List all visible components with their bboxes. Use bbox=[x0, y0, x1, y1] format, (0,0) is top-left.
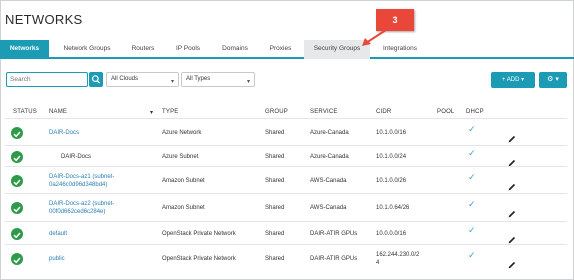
network-cidr: 10.1.0.0/24 bbox=[376, 154, 407, 160]
types-filter-select[interactable]: All Types ▾ bbox=[181, 72, 255, 87]
edit-pencil-icon[interactable] bbox=[508, 130, 516, 143]
column-header-status[interactable]: STATUS bbox=[13, 109, 37, 115]
network-group: Shared bbox=[265, 256, 285, 262]
callout-arrow-icon bbox=[362, 29, 387, 46]
network-service: Azure-Canada bbox=[310, 154, 349, 160]
network-group: Shared bbox=[265, 130, 285, 136]
network-cidr: 10.1.0.64/26 bbox=[376, 205, 410, 211]
network-group: Shared bbox=[265, 154, 285, 160]
tab-routers[interactable]: Routers bbox=[126, 40, 160, 59]
tab-network-groups[interactable]: Network Groups bbox=[55, 40, 119, 59]
network-name-line2[interactable]: 0a246c0d96d348bd4) bbox=[49, 181, 107, 189]
dhcp-check-icon: ✓ bbox=[468, 250, 476, 260]
network-service: DAIR-ATIR GPUs bbox=[310, 256, 358, 262]
table-row[interactable]: DAIR-Docs-az1 (subnet- 0a246c0d96d348bd4)… bbox=[5, 166, 567, 193]
network-service: AWS-Canada bbox=[310, 205, 347, 211]
dhcp-check-icon: ✓ bbox=[468, 124, 476, 134]
network-name-line2[interactable]: 00f0d662ced6c284e) bbox=[49, 208, 105, 216]
network-name[interactable]: DAIR-Docs bbox=[49, 129, 79, 137]
column-header-service[interactable]: SERVICE bbox=[310, 109, 338, 115]
tab-domains[interactable]: Domains bbox=[215, 40, 255, 59]
network-name[interactable]: public bbox=[49, 255, 65, 263]
status-ok-icon bbox=[11, 228, 23, 240]
tab-ip-pools[interactable]: IP Pools bbox=[171, 40, 205, 59]
dhcp-check-icon: ✓ bbox=[468, 199, 476, 209]
network-cidr: 10.1.0.0/16 bbox=[376, 130, 407, 136]
column-header-name[interactable]: NAME bbox=[49, 109, 67, 115]
chevron-down-icon: ▾ bbox=[170, 79, 174, 85]
tab-bar: Networks Network Groups Routers IP Pools… bbox=[0, 40, 574, 59]
tab-networks[interactable]: Networks bbox=[0, 40, 49, 59]
page-title: NETWORKS bbox=[5, 12, 83, 27]
sort-chevron-icon[interactable]: ▾ bbox=[150, 109, 153, 116]
edit-pencil-icon[interactable] bbox=[508, 256, 516, 269]
edit-pencil-icon[interactable] bbox=[508, 154, 516, 167]
table-row[interactable]: DAIR-Docs-az2 (subnet- 00f0d662ced6c284e)… bbox=[5, 193, 567, 221]
edit-pencil-icon[interactable] bbox=[508, 178, 516, 191]
network-cidr: 162.244.230.0/2 bbox=[376, 252, 420, 258]
chevron-down-icon: ▾ bbox=[246, 79, 250, 85]
status-ok-icon bbox=[11, 202, 23, 214]
network-name[interactable]: DAIR-Docs-az1 (subnet- bbox=[49, 173, 114, 181]
network-type: Amazon Subnet bbox=[162, 178, 205, 184]
network-service: DAIR-ATIR GPUs bbox=[310, 231, 358, 237]
dhcp-check-icon: ✓ bbox=[468, 148, 476, 158]
column-header-type[interactable]: TYPE bbox=[162, 109, 178, 115]
network-service: AWS-Canada bbox=[310, 178, 347, 184]
column-header-group[interactable]: GROUP bbox=[265, 109, 288, 115]
network-type: OpenStack Private Network bbox=[162, 256, 236, 262]
network-name: DAIR-Docs bbox=[61, 154, 92, 160]
network-cidr-line2: 4 bbox=[376, 260, 380, 266]
column-header-pool[interactable]: POOL bbox=[437, 109, 454, 115]
status-ok-icon bbox=[11, 151, 23, 163]
search-button[interactable] bbox=[89, 72, 103, 87]
table-row[interactable]: default OpenStack Private Network Shared DA… bbox=[5, 221, 567, 244]
network-name[interactable]: DAIR-Docs-az2 (subnet- bbox=[49, 200, 114, 208]
edit-pencil-icon[interactable] bbox=[508, 231, 516, 244]
clouds-filter-select[interactable]: All Clouds ▾ bbox=[106, 72, 179, 87]
network-type: Azure Network bbox=[162, 130, 202, 136]
dhcp-check-icon: ✓ bbox=[468, 225, 476, 235]
network-name[interactable]: default bbox=[49, 230, 67, 238]
network-service: Azure-Canada bbox=[310, 130, 349, 136]
settings-dropdown-button[interactable]: ⚙ ▾ bbox=[539, 72, 567, 88]
network-group: Shared bbox=[265, 231, 285, 237]
column-header-dhcp[interactable]: DHCP bbox=[466, 109, 484, 115]
search-icon bbox=[91, 75, 101, 84]
add-button[interactable]: + ADD ▾ bbox=[491, 72, 535, 88]
network-type: Amazon Subnet bbox=[162, 205, 205, 211]
status-ok-icon bbox=[11, 253, 23, 265]
search-input[interactable] bbox=[6, 72, 88, 87]
edit-pencil-icon[interactable] bbox=[508, 205, 516, 218]
network-cidr: 10.0.0.0/16 bbox=[376, 231, 407, 237]
status-ok-icon bbox=[11, 127, 23, 139]
network-cidr: 10.1.0.0/26 bbox=[376, 178, 407, 184]
dhcp-check-icon: ✓ bbox=[468, 172, 476, 182]
table-row[interactable]: public OpenStack Private Network Shared DAI… bbox=[5, 244, 567, 272]
table-row[interactable]: DAIR-Docs Azure Subnet Shared Azure-Canada 1… bbox=[5, 145, 567, 167]
types-filter-value: All Types bbox=[186, 76, 211, 82]
network-type: Azure Subnet bbox=[162, 154, 199, 160]
clouds-filter-value: All Clouds bbox=[111, 76, 139, 82]
tab-proxies[interactable]: Proxies bbox=[263, 40, 298, 59]
network-group: Shared bbox=[265, 178, 285, 184]
column-header-cidr[interactable]: CIDR bbox=[376, 109, 391, 115]
network-type: OpenStack Private Network bbox=[162, 231, 236, 237]
status-ok-icon bbox=[11, 175, 23, 187]
network-group: Shared bbox=[265, 205, 285, 211]
table-row[interactable]: DAIR-Docs Azure Network Shared Azure-Canada… bbox=[5, 118, 567, 145]
